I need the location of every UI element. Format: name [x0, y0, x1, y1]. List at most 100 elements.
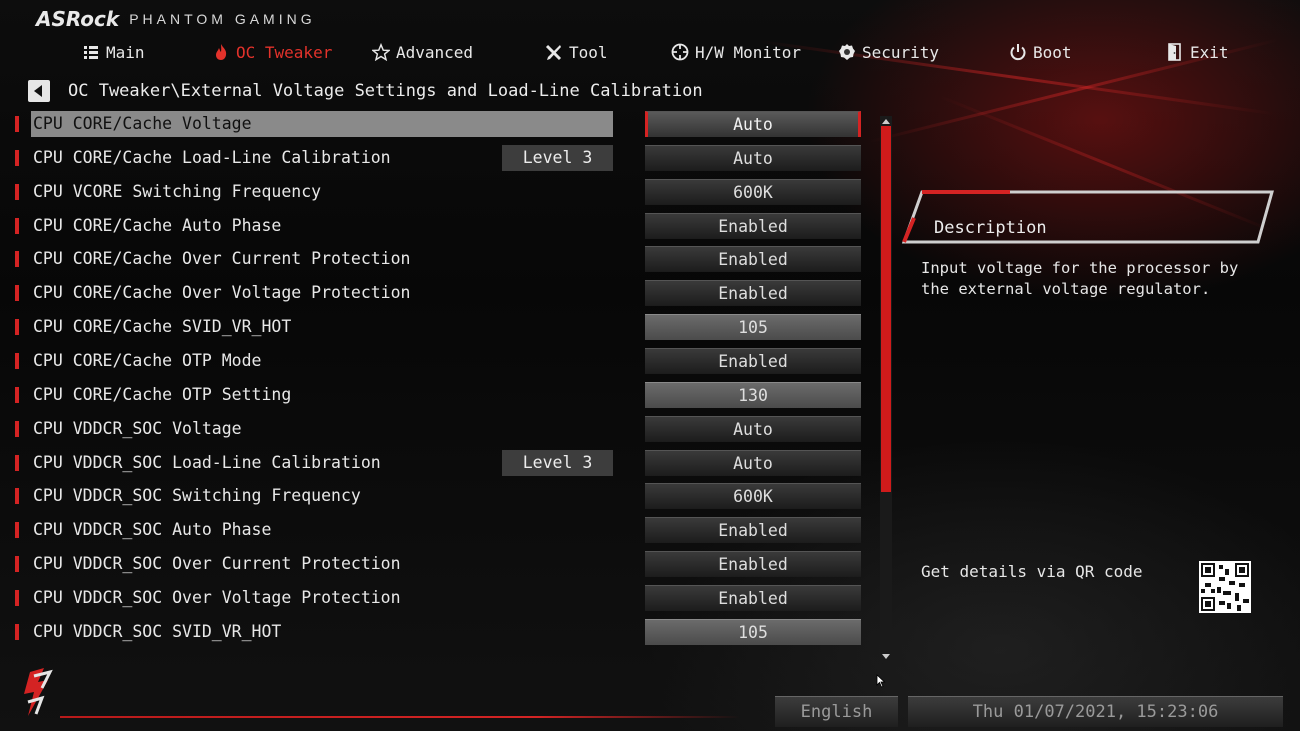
list-icon [82, 43, 100, 61]
setting-value-select[interactable]: Auto [645, 416, 861, 442]
tab-hw-monitor[interactable]: H/W Monitor [671, 38, 801, 66]
tab-label: OC Tweaker [236, 42, 333, 62]
setting-row[interactable]: CPU CORE/Cache Over Current Protection En… [15, 246, 865, 272]
setting-row[interactable]: CPU VCORE Switching Frequency 600K [15, 179, 865, 205]
setting-label: CPU VDDCR_SOC Over Voltage Protection [33, 588, 401, 607]
row-marker-icon [15, 421, 19, 437]
setting-value-select[interactable]: Enabled [645, 280, 861, 306]
setting-value-select[interactable]: Enabled [645, 348, 861, 374]
shield-icon [838, 43, 856, 61]
setting-label: CPU VDDCR_SOC Over Current Protection [33, 554, 401, 573]
row-marker-icon [15, 285, 19, 301]
tab-label: Exit [1190, 42, 1229, 62]
phantom-gaming-logo: PHANTOM GAMING [129, 11, 316, 27]
row-marker-icon [15, 353, 19, 369]
setting-value-input[interactable]: 105 [645, 619, 861, 645]
setting-value-select[interactable]: 600K [645, 179, 861, 205]
setting-label: CPU CORE/Cache OTP Mode [33, 351, 262, 370]
scrollbar-thumb[interactable] [881, 126, 891, 492]
setting-label: CPU VDDCR_SOC Load-Line Calibration [33, 453, 381, 472]
setting-row[interactable]: CPU VDDCR_SOC Voltage Auto [15, 416, 865, 442]
setting-value-input[interactable]: 130 [645, 382, 861, 408]
setting-row[interactable]: CPU VDDCR_SOC Auto Phase Enabled [15, 517, 865, 543]
setting-value-select[interactable]: Enabled [645, 213, 861, 239]
setting-label: CPU CORE/Cache Over Current Protection [33, 249, 411, 268]
row-marker-icon [15, 522, 19, 538]
setting-value-select[interactable]: Auto [645, 450, 861, 476]
scroll-up-arrow-icon [882, 118, 890, 124]
back-button[interactable] [28, 80, 50, 102]
tab-label: Boot [1033, 42, 1072, 62]
row-marker-icon [15, 488, 19, 504]
setting-row[interactable]: CPU VDDCR_SOC Load-Line Calibration Level… [15, 450, 865, 476]
setting-row[interactable]: CPU CORE/Cache OTP Mode Enabled [15, 348, 865, 374]
setting-label: CPU VDDCR_SOC Switching Frequency [33, 486, 361, 505]
row-marker-icon [15, 116, 19, 132]
setting-row[interactable]: CPU CORE/Cache Auto Phase Enabled [15, 213, 865, 239]
description-text: Input voltage for the processor by the e… [921, 259, 1239, 298]
row-marker-icon [15, 319, 19, 335]
star-icon [372, 43, 390, 61]
setting-label: CPU CORE/Cache SVID_VR_HOT [33, 317, 292, 336]
tab-boot[interactable]: Boot [1009, 38, 1072, 66]
setting-label: CPU CORE/Cache Voltage [33, 114, 252, 133]
setting-row[interactable]: CPU VDDCR_SOC SVID_VR_HOT 105 [15, 619, 865, 645]
setting-row[interactable]: CPU VDDCR_SOC Switching Frequency 600K [15, 483, 865, 509]
setting-level-badge: Level 3 [502, 145, 613, 171]
setting-row[interactable]: CPU VDDCR_SOC Over Current Protection Ena… [15, 551, 865, 577]
tab-oc-tweaker[interactable]: OC Tweaker [212, 38, 332, 66]
setting-row[interactable]: CPU VDDCR_SOC Over Voltage Protection Ena… [15, 585, 865, 611]
setting-label: CPU CORE/Cache OTP Setting [33, 385, 292, 404]
asrock-logo: ASRock [36, 7, 120, 31]
tools-icon [545, 43, 563, 61]
setting-label: CPU VDDCR_SOC Voltage [33, 419, 242, 438]
tab-tool[interactable]: Tool [545, 38, 608, 66]
setting-value-input[interactable]: 105 [645, 314, 861, 340]
crosshair-icon [671, 43, 689, 61]
qr-code-icon [1199, 561, 1251, 613]
row-marker-icon [15, 590, 19, 606]
row-marker-icon [15, 150, 19, 166]
tab-security[interactable]: Security [838, 38, 939, 66]
breadcrumb: OC Tweaker\External Voltage Settings and… [68, 81, 703, 101]
footer-accent-line [60, 716, 740, 718]
tab-exit[interactable]: Exit [1166, 38, 1229, 66]
row-marker-icon [15, 455, 19, 471]
setting-row[interactable]: CPU CORE/Cache OTP Setting 130 [15, 382, 865, 408]
setting-value-select[interactable]: Auto [645, 111, 861, 137]
mouse-cursor-icon [876, 674, 886, 688]
back-arrow-icon [34, 85, 42, 97]
datetime-display: Thu 01/07/2021, 15:23:06 [908, 696, 1283, 727]
tab-main[interactable]: Main [82, 38, 145, 66]
brand: ASRock PHANTOM GAMING [36, 6, 316, 32]
power-icon [1009, 43, 1027, 61]
scroll-up-button[interactable] [880, 116, 892, 126]
setting-value-select[interactable]: 600K [645, 483, 861, 509]
setting-value-select[interactable]: Enabled [645, 517, 861, 543]
setting-value-select[interactable]: Auto [645, 145, 861, 171]
row-marker-icon [15, 624, 19, 640]
row-marker-icon [15, 251, 19, 267]
setting-level-badge: Level 3 [502, 450, 613, 476]
setting-value-select[interactable]: Enabled [645, 551, 861, 577]
exit-door-icon [1166, 43, 1184, 61]
language-button[interactable]: English [775, 696, 898, 727]
tab-advanced[interactable]: Advanced [372, 38, 473, 66]
setting-row[interactable]: CPU CORE/Cache Voltage Auto [15, 111, 865, 137]
scroll-down-button[interactable] [880, 651, 892, 661]
tab-label: Advanced [396, 42, 474, 62]
setting-row[interactable]: CPU CORE/Cache Over Voltage Protection En… [15, 280, 865, 306]
row-marker-icon [15, 556, 19, 572]
setting-value-select[interactable]: Enabled [645, 246, 861, 272]
setting-value-select[interactable]: Enabled [645, 585, 861, 611]
tab-label: Main [106, 42, 145, 62]
setting-label: CPU CORE/Cache Load-Line Calibration [33, 148, 391, 167]
description-title: Description [934, 218, 1047, 238]
setting-row[interactable]: CPU CORE/Cache Load-Line Calibration Leve… [15, 145, 865, 171]
qr-label: Get details via QR code [921, 562, 1143, 581]
setting-label: CPU VDDCR_SOC Auto Phase [33, 520, 272, 539]
setting-row[interactable]: CPU CORE/Cache SVID_VR_HOT 105 [15, 314, 865, 340]
top-nav: Main OC Tweaker Advanced Tool H/W Monito… [0, 38, 1300, 66]
row-marker-icon [15, 184, 19, 200]
row-marker-icon [15, 218, 19, 234]
